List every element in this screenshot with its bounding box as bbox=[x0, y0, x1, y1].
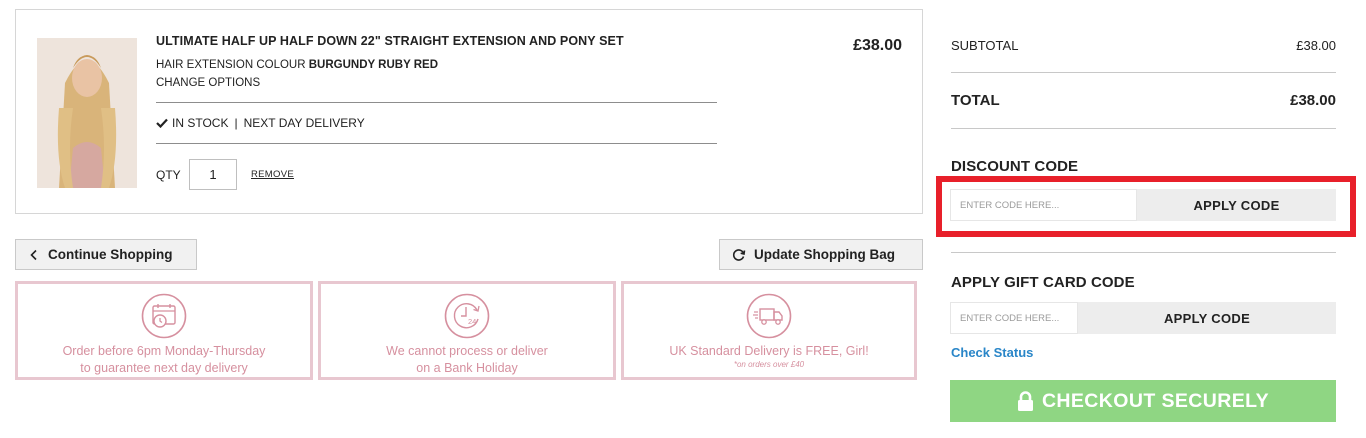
divider bbox=[156, 143, 717, 144]
stock-status: IN STOCK | NEXT DAY DELIVERY bbox=[156, 116, 365, 130]
colour-label: HAIR EXTENSION COLOUR bbox=[156, 59, 306, 71]
stock-separator: | bbox=[234, 116, 238, 130]
update-shopping-bag-button[interactable]: Update Shopping Bag bbox=[719, 239, 923, 270]
delivery-label: NEXT DAY DELIVERY bbox=[243, 116, 365, 130]
calendar-clock-icon bbox=[141, 293, 187, 339]
subtotal-row: SUBTOTAL £38.00 bbox=[951, 38, 1336, 53]
info-line: on a Bank Holiday bbox=[416, 361, 518, 375]
product-photo bbox=[37, 38, 137, 188]
info-box-next-day: Order before 6pm Monday-Thursday to guar… bbox=[15, 281, 313, 380]
gift-card-form: APPLY CODE bbox=[950, 302, 1336, 334]
divider bbox=[951, 128, 1336, 129]
divider bbox=[156, 102, 717, 103]
info-text: Order before 6pm Monday-Thursday to guar… bbox=[63, 343, 266, 377]
change-options-link[interactable]: CHANGE OPTIONS bbox=[156, 77, 260, 89]
gift-card-input[interactable] bbox=[950, 302, 1078, 334]
delivery-truck-icon bbox=[746, 293, 792, 339]
continue-shopping-label: Continue Shopping bbox=[48, 247, 173, 262]
continue-shopping-button[interactable]: Continue Shopping bbox=[15, 239, 197, 270]
subtotal-value: £38.00 bbox=[1296, 38, 1336, 53]
qty-label: QTY bbox=[156, 168, 181, 182]
remove-link[interactable]: REMOVE bbox=[251, 169, 294, 180]
checkout-securely-button[interactable]: CHECKOUT SECURELY bbox=[950, 380, 1336, 422]
subtotal-label: SUBTOTAL bbox=[951, 38, 1019, 53]
cart-item-card: ULTIMATE HALF UP HALF DOWN 22" STRAIGHT … bbox=[15, 9, 923, 214]
info-text: UK Standard Delivery is FREE, Girl! *on … bbox=[669, 343, 868, 369]
discount-code-input[interactable] bbox=[950, 189, 1137, 221]
stock-label: IN STOCK bbox=[172, 116, 229, 130]
item-price: £38.00 bbox=[853, 37, 902, 54]
info-box-bank-holiday: 24 We cannot process or deliver on a Ban… bbox=[318, 281, 616, 380]
total-value: £38.00 bbox=[1290, 92, 1336, 109]
divider bbox=[951, 252, 1336, 253]
qty-input[interactable] bbox=[189, 159, 237, 190]
product-title[interactable]: ULTIMATE HALF UP HALF DOWN 22" STRAIGHT … bbox=[156, 34, 624, 48]
info-line: UK Standard Delivery is FREE, Girl! bbox=[669, 344, 869, 358]
refresh-icon bbox=[732, 248, 746, 261]
total-label: TOTAL bbox=[951, 92, 1000, 109]
product-image[interactable] bbox=[37, 38, 137, 188]
checkout-label: CHECKOUT SECURELY bbox=[1041, 389, 1270, 412]
apply-gift-card-button[interactable]: APPLY CODE bbox=[1078, 302, 1336, 334]
apply-discount-button[interactable]: APPLY CODE bbox=[1137, 189, 1336, 221]
info-line: to guarantee next day delivery bbox=[80, 361, 248, 375]
info-note: *on orders over £40 bbox=[733, 360, 805, 369]
discount-code-form: APPLY CODE bbox=[950, 189, 1336, 221]
gift-card-heading: APPLY GIFT CARD CODE bbox=[951, 274, 1135, 291]
colour-value: BURGUNDY RUBY RED bbox=[308, 59, 439, 71]
check-status-link[interactable]: Check Status bbox=[951, 345, 1033, 360]
info-line: Order before 6pm Monday-Thursday bbox=[62, 344, 266, 358]
info-box-free-delivery: UK Standard Delivery is FREE, Girl! *on … bbox=[621, 281, 917, 380]
lock-icon bbox=[1017, 390, 1033, 411]
info-line: We cannot process or deliver bbox=[386, 344, 548, 358]
chevron-left-icon bbox=[30, 249, 37, 260]
discount-code-heading: DISCOUNT CODE bbox=[951, 158, 1079, 175]
update-shopping-bag-label: Update Shopping Bag bbox=[754, 247, 895, 262]
clock-24-icon: 24 bbox=[444, 293, 490, 339]
product-colour: HAIR EXTENSION COLOUR BURGUNDY RUBY RED bbox=[156, 59, 438, 71]
total-row: TOTAL £38.00 bbox=[951, 92, 1336, 109]
divider bbox=[951, 72, 1336, 73]
svg-text:24: 24 bbox=[468, 317, 476, 326]
checkmark-icon bbox=[156, 118, 168, 128]
info-text: We cannot process or deliver on a Bank H… bbox=[386, 343, 548, 377]
